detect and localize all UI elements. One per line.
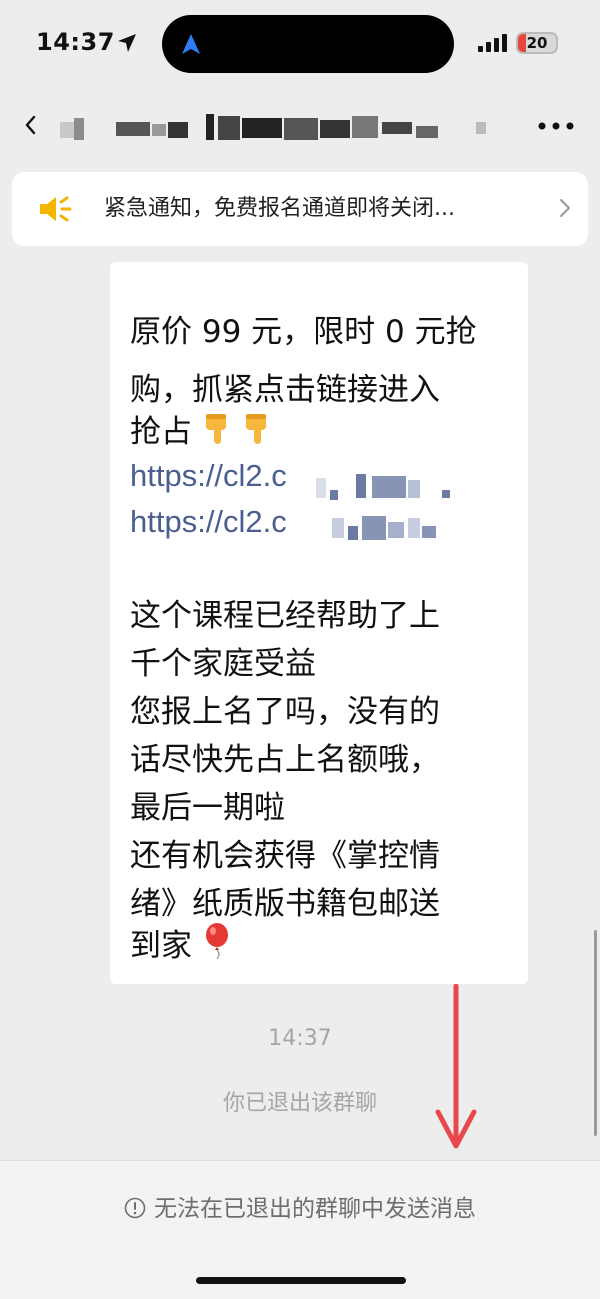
announcement-text: 紧急通知，免费报名通道即将关闭... [104,196,455,221]
dynamic-island [162,15,454,73]
chat-title-pixelated [60,114,486,140]
message-bubble[interactable]: 原价 99 元，限时 0 元抢 购，抓紧点击链接进入 抢占 https://cl… [110,262,528,984]
status-bar: 14:37 20 [0,0,600,92]
message-line-with-emoji: 到家 [130,918,232,974]
signal-icon [478,34,507,52]
scroll-indicator[interactable] [594,930,597,1136]
message-line: 抢占 [130,414,192,450]
balloon-emoji-icon [205,923,228,960]
home-indicator[interactable] [196,1277,406,1284]
cannot-send-text: 无法在已退出的群聊中发送消息 [154,1196,476,1222]
navigation-icon [182,34,200,54]
link-pixelated-1 [316,474,450,500]
battery-level: 20 [526,34,548,52]
location-arrow-icon [118,34,136,52]
battery-icon: 20 [516,32,558,54]
message-link[interactable]: https://cl2.c [130,494,287,550]
annotation-arrow-icon [435,984,477,1149]
message-line: 到家 [130,928,192,964]
chat-header [0,92,600,162]
back-icon[interactable] [22,114,38,136]
more-icon[interactable] [536,120,576,132]
cannot-send-notice: 无法在已退出的群聊中发送消息 [0,1189,600,1223]
chevron-right-icon [560,199,570,217]
speaker-icon [40,196,72,222]
announcement-banner[interactable]: 紧急通知，免费报名通道即将关闭... [12,172,588,246]
pointing-down-emoji-icon [245,414,266,444]
info-icon [124,1197,146,1219]
message-line: 原价 99 元，限时 0 元抢 [130,314,477,350]
message-timestamp: 14:37 [268,1026,332,1051]
status-time: 14:37 [36,28,115,56]
link-pixelated-2 [332,516,436,540]
pointing-down-emoji-icon [205,414,226,444]
system-message: 你已退出该群聊 [222,1091,377,1116]
input-disabled-bar: 无法在已退出的群聊中发送消息 [0,1161,600,1299]
